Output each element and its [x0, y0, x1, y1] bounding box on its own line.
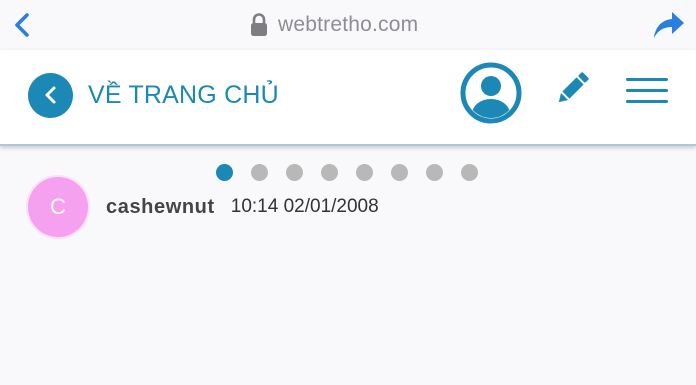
share-button[interactable]	[652, 9, 686, 41]
chevron-left-icon	[15, 13, 29, 37]
url-field[interactable]: webtretho.com	[248, 9, 418, 41]
home-label: VỀ TRANG CHỦ	[88, 80, 279, 109]
browser-address-bar: webtretho.com	[0, 0, 696, 50]
menu-button[interactable]	[626, 76, 670, 106]
browser-back-button[interactable]	[10, 10, 36, 40]
hamburger-menu-icon	[626, 78, 668, 81]
author-name[interactable]: cashewnut	[106, 196, 215, 219]
post-timestamp: 10:14 02/01/2008	[230, 196, 379, 217]
page-dot-8[interactable]	[461, 164, 478, 181]
url-text: webtretho.com	[278, 13, 419, 36]
lock-icon	[251, 13, 267, 36]
pencil-icon	[558, 72, 589, 103]
site-header: VỀ TRANG CHỦ	[0, 50, 696, 146]
post-author-row: C cashewnut 10:14 02/01/2008	[28, 177, 379, 237]
back-to-home-link[interactable]: VỀ TRANG CHỦ	[28, 72, 279, 118]
page-dot-7[interactable]	[426, 164, 443, 181]
page-dot-6[interactable]	[391, 164, 408, 181]
avatar[interactable]: C	[28, 177, 88, 237]
chevron-left-icon	[45, 86, 55, 104]
user-account-button[interactable]	[460, 62, 522, 124]
home-back-button[interactable]	[28, 72, 73, 118]
user-avatar-icon	[460, 62, 522, 124]
edit-button[interactable]	[553, 68, 593, 108]
share-arrow-icon	[654, 12, 684, 38]
